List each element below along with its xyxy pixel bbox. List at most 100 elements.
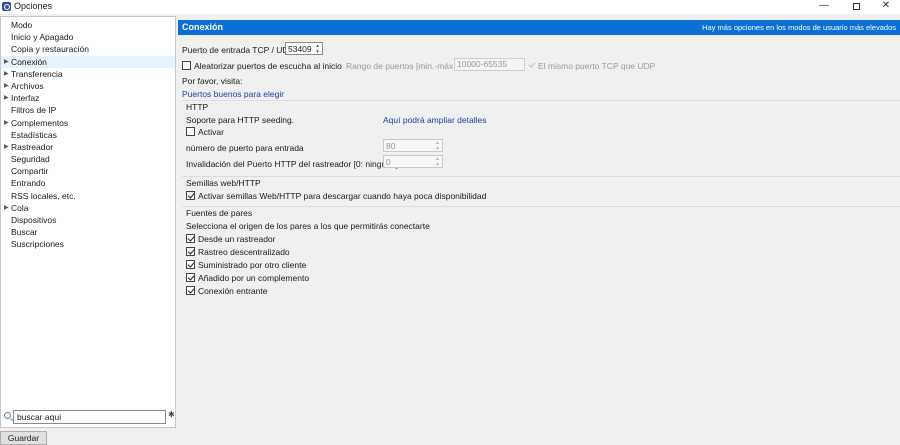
expand-arrow-icon[interactable]: ▶ xyxy=(4,68,9,80)
sidebar-item-label: Copia y restauración xyxy=(11,44,89,55)
peer-source-pex-checkbox[interactable] xyxy=(186,260,195,269)
peer-source-dht-checkbox[interactable] xyxy=(186,247,195,256)
http-support-label: Soporte para HTTP seeding. xyxy=(186,115,295,125)
sidebar-item-cola[interactable]: ▶ Cola xyxy=(1,202,175,214)
sidebar-item-inicio-apagado[interactable]: Inicio y Apagado xyxy=(1,31,175,43)
sidebar-item-rastreador[interactable]: ▶ Rastreador xyxy=(1,141,175,153)
sidebar-item-label: Compartir xyxy=(11,166,49,177)
sidebar-item-rss-locales[interactable]: RSS locales, etc. xyxy=(1,190,175,202)
tracker-port-value[interactable]: 0 xyxy=(386,157,391,167)
sidebar-item-filtros-ip[interactable]: Filtros de IP xyxy=(1,104,175,116)
peer-source-pex-label: Suministrado por otro cliente xyxy=(198,260,307,270)
tracker-port-spinner[interactable]: 0 ▲ ▼ xyxy=(383,155,443,168)
window-title: Opciones xyxy=(14,1,53,11)
incoming-port-label: Puerto de entrada TCP / UDP xyxy=(182,45,295,55)
sidebar-item-label: Transferencia xyxy=(11,68,63,79)
title-bar: Opciones — ✕ xyxy=(0,0,900,14)
sidebar-item-label: Seguridad xyxy=(11,154,50,165)
sidebar-item-label: Archivos xyxy=(11,80,44,91)
sidebar-item-label: Complementos xyxy=(11,117,69,128)
sidebar-item-modo[interactable]: Modo xyxy=(1,19,175,31)
sidebar-item-label: Buscar xyxy=(11,227,38,238)
spin-arrows-icon[interactable]: ▲ ▼ xyxy=(434,156,441,167)
search-icon xyxy=(4,412,11,419)
sidebar-item-label: Conexión xyxy=(11,56,47,67)
http-activate-checkbox[interactable] xyxy=(186,127,195,136)
expand-arrow-icon[interactable]: ▶ xyxy=(4,117,9,129)
sidebar-item-copia-restauracion[interactable]: Copia y restauración xyxy=(1,43,175,55)
sidebar: Modo Inicio y Apagado Copia y restauraci… xyxy=(0,16,176,428)
section-header: Conexión Hay más opciones en los modos d… xyxy=(178,20,900,35)
sidebar-item-seguridad[interactable]: Seguridad xyxy=(1,153,175,165)
sidebar-item-transferencia[interactable]: ▶ Transferencia xyxy=(1,68,175,80)
sidebar-item-label: Modo xyxy=(11,20,33,30)
maximize-icon xyxy=(852,3,860,10)
sidebar-item-buscar[interactable]: Buscar xyxy=(1,226,175,238)
spin-arrows-icon[interactable]: ▲ ▼ xyxy=(434,140,441,151)
maximize-button[interactable] xyxy=(842,0,870,14)
app-icon xyxy=(2,2,11,11)
tracker-port-label: Invalidación del Puerto HTTP del rastrea… xyxy=(186,159,398,169)
sidebar-item-label: Filtros de IP xyxy=(11,105,57,116)
peer-source-incoming-checkbox[interactable] xyxy=(186,286,195,295)
expand-arrow-icon[interactable]: ▶ xyxy=(4,202,9,214)
sidebar-item-conexion[interactable]: ▶ Conexión xyxy=(1,55,175,68)
sidebar-item-label: Entrando xyxy=(11,178,46,189)
peer-source-plugin-checkbox[interactable] xyxy=(186,273,195,282)
randomize-ports-checkbox[interactable] xyxy=(182,61,191,70)
sidebar-item-label: Rastreador xyxy=(11,141,54,152)
http-details-link[interactable]: Aquí podrá ampliar detalles xyxy=(383,115,486,125)
sidebar-nav: Modo Inicio y Apagado Copia y restauraci… xyxy=(1,19,175,251)
sidebar-item-entrando[interactable]: Entrando xyxy=(1,177,175,189)
sidebar-item-label: Cola xyxy=(11,202,29,213)
sidebar-item-label: Interfaz xyxy=(11,93,40,104)
randomize-ports-label: Aleatorizar puertos de escucha al inicio xyxy=(194,61,342,71)
sidebar-item-suscripciones[interactable]: Suscripciones xyxy=(1,238,175,250)
web-seeds-divider xyxy=(182,176,900,177)
sidebar-item-label: Estadísticas xyxy=(11,129,57,140)
sidebar-item-complementos[interactable]: ▶ Complementos xyxy=(1,117,175,129)
peer-source-plugin-label: Añadido por un complemento xyxy=(198,273,310,283)
search-input[interactable] xyxy=(13,410,166,424)
clear-search-icon[interactable]: ✱ xyxy=(168,410,175,419)
web-seeds-checkbox[interactable] xyxy=(186,191,195,200)
http-port-value[interactable]: 80 xyxy=(386,141,395,151)
expand-arrow-icon[interactable]: ▶ xyxy=(4,80,9,92)
sidebar-search: ✱ xyxy=(2,409,176,425)
good-ports-link[interactable]: Puertos buenos para elegir xyxy=(182,89,284,99)
http-port-spinner[interactable]: 80 ▲ ▼ xyxy=(383,139,443,152)
same-port-checkbox[interactable] xyxy=(528,61,536,69)
web-seeds-label: Activar semillas Web/HTTP para descargar… xyxy=(198,191,487,201)
close-button[interactable]: ✕ xyxy=(872,0,900,14)
sidebar-item-estadisticas[interactable]: Estadísticas xyxy=(1,129,175,141)
peer-source-tracker-checkbox[interactable] xyxy=(186,234,195,243)
sidebar-item-label: Dispositivos xyxy=(11,215,57,225)
http-port-label: número de puerto para entrada xyxy=(186,143,304,153)
peer-sources-divider xyxy=(182,206,900,207)
minimize-button[interactable]: — xyxy=(810,0,838,14)
same-port-label: El mismo puerto TCP que UDP xyxy=(538,61,656,71)
sidebar-item-interfaz[interactable]: ▶ Interfaz xyxy=(1,92,175,104)
main-panel: Conexión Hay más opciones en los modos d… xyxy=(178,16,900,445)
port-range-field[interactable]: 10000-65535 xyxy=(454,58,525,71)
http-section-title: HTTP xyxy=(186,102,209,112)
http-activate-label: Activar xyxy=(198,127,224,137)
expand-arrow-icon[interactable]: ▶ xyxy=(4,92,9,104)
user-mode-hint: Hay más opciones en los modos de usuario… xyxy=(702,23,896,32)
sidebar-item-compartir[interactable]: Compartir xyxy=(1,165,175,177)
sidebar-item-archivos[interactable]: ▶ Archivos xyxy=(1,80,175,92)
sidebar-item-label: RSS locales, etc. xyxy=(11,190,76,201)
peer-source-tracker-label: Desde un rastreador xyxy=(198,234,276,244)
expand-arrow-icon[interactable]: ▶ xyxy=(4,56,9,68)
visit-label: Por favor, visita: xyxy=(182,76,243,86)
sidebar-item-label: Inicio y Apagado xyxy=(11,32,74,43)
peer-sources-description: Selecciona el origen de los pares a los … xyxy=(186,221,430,231)
spin-arrows-icon[interactable]: ▲ ▼ xyxy=(314,43,321,54)
save-button[interactable]: Guardar xyxy=(0,431,47,445)
peer-sources-section-title: Fuentes de pares xyxy=(186,208,253,218)
expand-arrow-icon[interactable]: ▶ xyxy=(4,141,9,153)
incoming-port-spinner[interactable]: 53409 ▲ ▼ xyxy=(285,42,323,55)
sidebar-item-dispositivos[interactable]: Dispositivos xyxy=(1,214,175,226)
incoming-port-value[interactable]: 53409 xyxy=(288,44,312,54)
port-range-label: Rango de puertos [min.-máx.]: xyxy=(346,61,461,71)
